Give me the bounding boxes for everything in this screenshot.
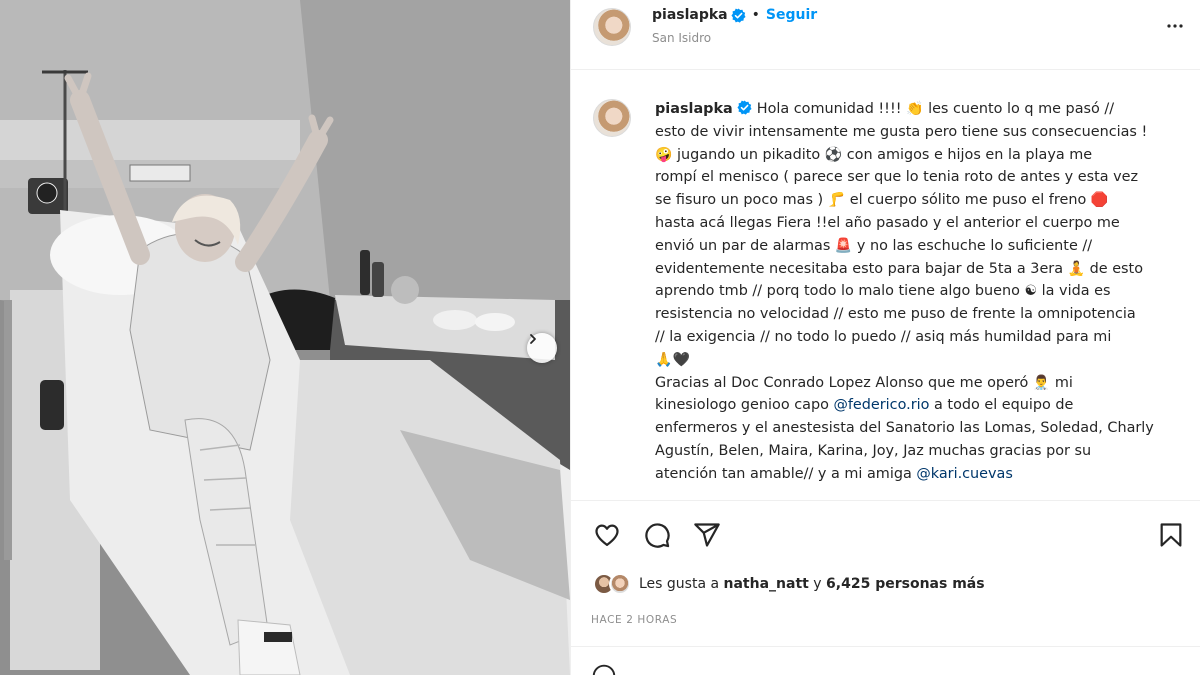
author-username[interactable]: piaslapka (652, 7, 728, 23)
author-avatar[interactable] (593, 8, 631, 46)
emoji-icon: 🤪 (655, 146, 673, 163)
more-options-icon[interactable] (1163, 14, 1187, 38)
verified-badge-icon (737, 100, 752, 115)
caption-text-run: la vida es (1037, 283, 1111, 300)
emoji-icon[interactable] (591, 663, 617, 675)
chevron-right-icon (530, 334, 536, 344)
emoji-icon: 🖤 (672, 351, 690, 368)
post-side-panel: piaslapka • Seguir San Isidro piaslapka H… (570, 0, 1200, 675)
caption-line (655, 486, 1195, 500)
post-location[interactable]: San Isidro (652, 31, 711, 45)
caption-text-run: a todo el equipo de (929, 397, 1074, 414)
comment-icon[interactable] (643, 521, 671, 549)
caption-line: atención tan amable// y a mi amiga @kari… (655, 463, 1195, 486)
emoji-icon: 🦵 (827, 192, 846, 209)
caption-text-run: resistencia no velocidad // esto me puso… (655, 306, 1136, 323)
caption-text-run: esto de vivir intensamente me gusta pero… (655, 123, 1148, 140)
likes-text: Les gusta a natha_natt y 6,425 personas … (639, 576, 985, 592)
caption-line: enfermeros y el anestesista del Sanatori… (655, 417, 1195, 440)
mention-link[interactable]: @kari.cuevas (916, 466, 1013, 482)
post-actions: Les gusta a natha_natt y 6,425 personas … (571, 500, 1200, 670)
likes-count[interactable]: 6,425 personas más (826, 576, 985, 592)
caption-text-run: Gracias al Doc Conrado Lopez Alonso que … (655, 374, 1033, 391)
emoji-icon: 🙏 (655, 351, 673, 368)
caption-line: evidentemente necesitaba esto para bajar… (655, 258, 1195, 281)
caption-text-run: hasta acá llegas Fiera !!el año pasado y… (655, 214, 1120, 231)
caption-line: Gracias al Doc Conrado Lopez Alonso que … (655, 372, 1195, 395)
caption-text-run: jugando un pikadito (672, 146, 825, 163)
caption-line: 🙏🖤 (655, 349, 1195, 372)
share-icon[interactable] (693, 521, 721, 549)
emoji-icon: 🚨 (834, 237, 853, 254)
emoji-icon: ⚽ (824, 146, 843, 163)
caption-text-run: se fisuro un poco mas ) (655, 192, 828, 209)
caption-text-run: rompí el menisco ( parece ser que lo ten… (655, 169, 1139, 186)
liker-avatar (609, 573, 631, 595)
verified-badge-icon (731, 7, 746, 23)
caption-text-run: mi (1050, 374, 1073, 391)
caption-text-run: atención tan amable// y a mi amiga (655, 465, 917, 482)
post-photo-illustration (0, 0, 570, 675)
caption-text-run: Agustín, Belen, Maira, Karina, Joy, Jaz … (655, 442, 1092, 459)
caption-text-run: les cuento lo q me pasó // (923, 101, 1115, 117)
emoji-icon: 🧘 (1067, 260, 1086, 277)
next-photo-button[interactable] (527, 333, 557, 363)
caption-text-run: kinesiologo genioo capo (655, 397, 834, 414)
caption-text-run: de esto (1085, 260, 1143, 277)
caption-text-run: envió un par de alarmas (655, 237, 835, 254)
likes-connector: y (813, 576, 822, 592)
liker-username[interactable]: natha_natt (724, 576, 809, 592)
mention-link[interactable]: @federico.rio (833, 397, 929, 413)
emoji-icon: 🛑 (1090, 192, 1109, 209)
caption-username[interactable]: piaslapka (655, 101, 733, 117)
caption-text-run: y no las eschuche lo suficiente // (852, 237, 1093, 254)
caption-text-run: aprendo tmb // porq todo lo malo tiene a… (655, 283, 1025, 300)
comment-bar (571, 646, 1200, 675)
bookmark-icon[interactable] (1157, 521, 1185, 549)
emoji-icon: ☯ (1024, 283, 1038, 300)
author-row: piaslapka • Seguir (652, 5, 817, 25)
post-header: piaslapka • Seguir San Isidro (571, 0, 1200, 70)
caption-text-run: el cuerpo sólito me puso el freno (845, 192, 1091, 209)
emoji-icon: 👨‍⚕️ (1032, 374, 1051, 391)
caption-text-run: enfermeros y el anestesista del Sanatori… (655, 420, 1154, 437)
caption-text-run: con amigos e hijos en la playa me (842, 146, 1093, 163)
heart-icon[interactable] (593, 521, 621, 549)
likes-summary[interactable]: Les gusta a natha_natt y 6,425 personas … (593, 571, 985, 597)
separator-dot: • (751, 7, 760, 23)
caption-line: kinesiologo genioo capo @federico.rio a … (655, 394, 1195, 417)
caption-line: se fisuro un poco mas ) 🦵 el cuerpo sóli… (655, 189, 1195, 212)
caption-line: resistencia no velocidad // esto me puso… (655, 303, 1195, 326)
caption-line: envió un par de alarmas 🚨 y no las eschu… (655, 235, 1195, 258)
emoji-icon: 👏 (906, 101, 924, 117)
likes-prefix: Les gusta a (639, 576, 720, 592)
caption-line: esto de vivir intensamente me gusta pero… (655, 121, 1195, 144)
post-timestamp[interactable]: HACE 2 HORAS (591, 614, 677, 626)
post-photo[interactable] (0, 0, 570, 675)
caption-area: piaslapka Hola comunidad !!!! 👏 les cuent… (571, 71, 1200, 500)
caption-text: piaslapka Hola comunidad !!!! 👏 les cuent… (655, 98, 1195, 500)
caption-text-run: Hola comunidad !!!! (756, 101, 907, 117)
caption-line: rompí el menisco ( parece ser que lo ten… (655, 166, 1195, 189)
caption-line: Agustín, Belen, Maira, Karina, Joy, Jaz … (655, 440, 1195, 463)
caption-author-avatar[interactable] (593, 99, 631, 137)
caption-line: hasta acá llegas Fiera !!el año pasado y… (655, 212, 1195, 235)
follow-button[interactable]: Seguir (766, 7, 817, 23)
caption-text-run: evidentemente necesitaba esto para bajar… (655, 260, 1068, 277)
caption-line: // la exigencia // no todo lo puedo // a… (655, 326, 1195, 349)
caption-line: 🤪 jugando un pikadito ⚽ con amigos e hij… (655, 144, 1195, 167)
caption-line: piaslapka Hola comunidad !!!! 👏 les cuent… (655, 98, 1195, 121)
caption-text-run: // la exigencia // no todo lo puedo // a… (655, 328, 1112, 345)
caption-line: aprendo tmb // porq todo lo malo tiene a… (655, 280, 1195, 303)
